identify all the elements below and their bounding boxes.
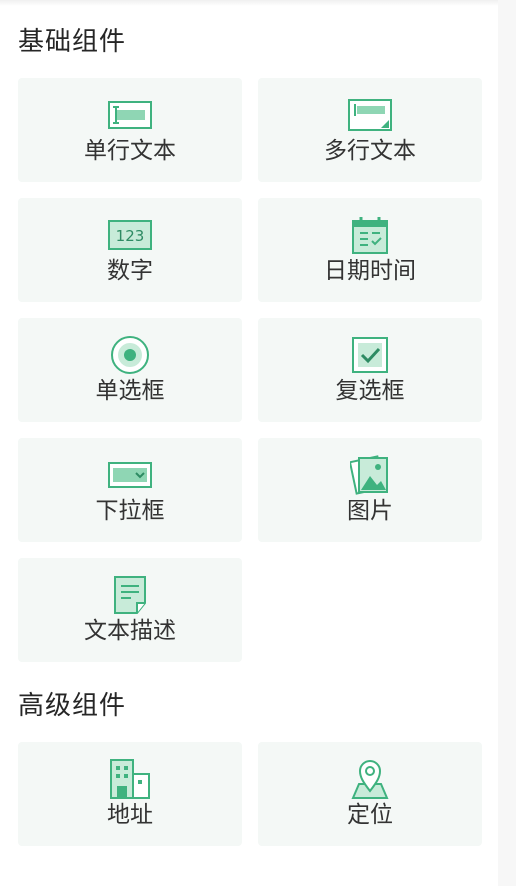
component-single-line-text[interactable]: 单行文本 [18, 78, 242, 182]
number-icon-glyph: 123 [116, 227, 145, 245]
top-shadow [0, 0, 516, 6]
image-icon [347, 454, 393, 496]
building-icon [107, 758, 153, 800]
single-line-text-icon [107, 94, 153, 136]
radio-icon [107, 334, 153, 376]
tile-label: 多行文本 [324, 138, 416, 164]
checkbox-icon [347, 334, 393, 376]
component-radio[interactable]: 单选框 [18, 318, 242, 422]
tile-label: 文本描述 [84, 618, 176, 644]
component-location[interactable]: 定位 [258, 742, 482, 846]
text-description-icon [107, 574, 153, 616]
section-title-advanced: 高级组件 [18, 691, 127, 721]
calendar-icon [347, 214, 393, 256]
tile-label: 数字 [107, 258, 153, 284]
tile-label: 图片 [347, 498, 393, 524]
component-date-time[interactable]: 日期时间 [258, 198, 482, 302]
number-icon: 123 [107, 214, 153, 256]
tile-label: 定位 [347, 802, 393, 828]
tile-label: 地址 [107, 802, 153, 828]
dropdown-icon [107, 454, 153, 496]
tile-label: 单行文本 [84, 138, 176, 164]
component-text-description[interactable]: 文本描述 [18, 558, 242, 662]
component-address[interactable]: 地址 [18, 742, 242, 846]
component-dropdown[interactable]: 下拉框 [18, 438, 242, 542]
tile-label: 复选框 [335, 378, 405, 404]
tile-label: 下拉框 [95, 498, 165, 524]
multi-line-text-icon [347, 94, 393, 136]
scroll-gutter [498, 0, 516, 886]
location-pin-icon [347, 758, 393, 800]
component-multi-line-text[interactable]: 多行文本 [258, 78, 482, 182]
tile-label: 日期时间 [324, 258, 416, 284]
component-image[interactable]: 图片 [258, 438, 482, 542]
component-checkbox[interactable]: 复选框 [258, 318, 482, 422]
tile-label: 单选框 [95, 378, 165, 404]
component-number[interactable]: 123 数字 [18, 198, 242, 302]
section-title-basic: 基础组件 [18, 27, 127, 57]
